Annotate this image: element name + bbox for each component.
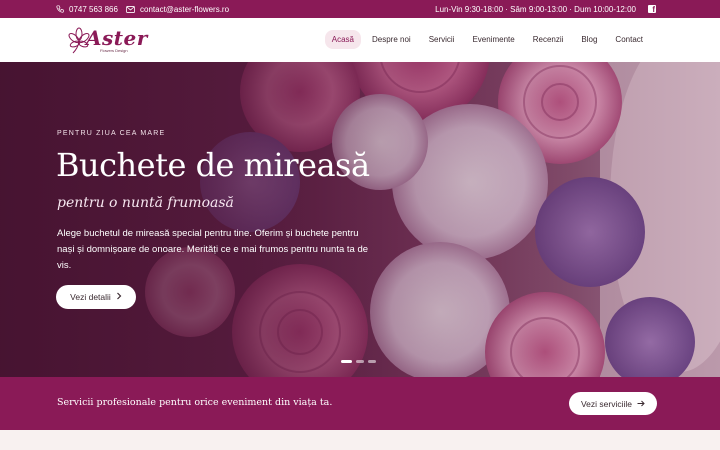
services-button[interactable]: Vezi serviciile bbox=[569, 392, 657, 415]
hero-overlay bbox=[0, 62, 720, 377]
slider-pagination bbox=[341, 360, 376, 363]
logo-tagline: Flowers Design bbox=[100, 48, 128, 53]
details-button-label: Vezi detalii bbox=[70, 292, 111, 302]
slide-dot-3[interactable] bbox=[368, 360, 376, 363]
nav-item-evenimente[interactable]: Evenimente bbox=[465, 30, 521, 49]
phone-number: 0747 563 866 bbox=[69, 4, 118, 14]
hero-slider: PENTRU ZIUA CEA MARE Buchete de mireasă … bbox=[0, 62, 720, 377]
services-band: Servicii profesionale pentru orice eveni… bbox=[0, 377, 720, 430]
services-band-text: Servicii profesionale pentru orice eveni… bbox=[57, 397, 333, 408]
main-navigation: Acasă Despre noi Servicii Evenimente Rec… bbox=[324, 30, 650, 49]
nav-item-recenzii[interactable]: Recenzii bbox=[526, 30, 571, 49]
nav-item-blog[interactable]: Blog bbox=[574, 30, 604, 49]
slide-dot-1[interactable] bbox=[341, 360, 352, 363]
top-info-bar: 0747 563 866 contact@aster-flowers.ro Lu… bbox=[0, 0, 720, 18]
email-contact[interactable]: contact@aster-flowers.ro bbox=[126, 0, 229, 18]
hero-description: Alege buchetul de mireasă special pentru… bbox=[57, 228, 369, 271]
services-button-label: Vezi serviciile bbox=[580, 398, 633, 409]
arrow-right-icon bbox=[637, 399, 645, 409]
slide-dot-2[interactable] bbox=[356, 360, 364, 363]
hero-title: Buchete de mireasă bbox=[56, 146, 370, 184]
email-address: contact@aster-flowers.ro bbox=[140, 4, 230, 14]
phone-icon bbox=[56, 5, 64, 13]
chevron-right-icon bbox=[116, 292, 122, 302]
phone-contact[interactable]: 0747 563 866 bbox=[56, 0, 118, 18]
site-header: Aster Flowers Design Acasă Despre noi Se… bbox=[0, 18, 720, 62]
details-button[interactable]: Vezi detalii bbox=[56, 285, 136, 309]
nav-item-acasa[interactable]: Acasă bbox=[324, 30, 361, 49]
opening-hours: Lun-Vin 9:30-18:00 · Sâm 9:00-13:00 · Du… bbox=[435, 4, 636, 14]
hero-eyebrow: PENTRU ZIUA CEA MARE bbox=[57, 130, 166, 137]
mail-icon bbox=[126, 5, 135, 13]
next-section-edge bbox=[0, 430, 720, 450]
facebook-icon[interactable]: f bbox=[648, 5, 656, 14]
brand-logo[interactable]: Aster Flowers Design bbox=[66, 24, 147, 58]
nav-item-despre-noi[interactable]: Despre noi bbox=[365, 30, 418, 49]
nav-item-contact[interactable]: Contact bbox=[608, 30, 650, 49]
nav-item-servicii[interactable]: Servicii bbox=[422, 30, 462, 49]
logo-wordmark: Aster bbox=[86, 26, 148, 50]
hero-subtitle: pentru o nuntă frumoasă bbox=[57, 195, 234, 211]
